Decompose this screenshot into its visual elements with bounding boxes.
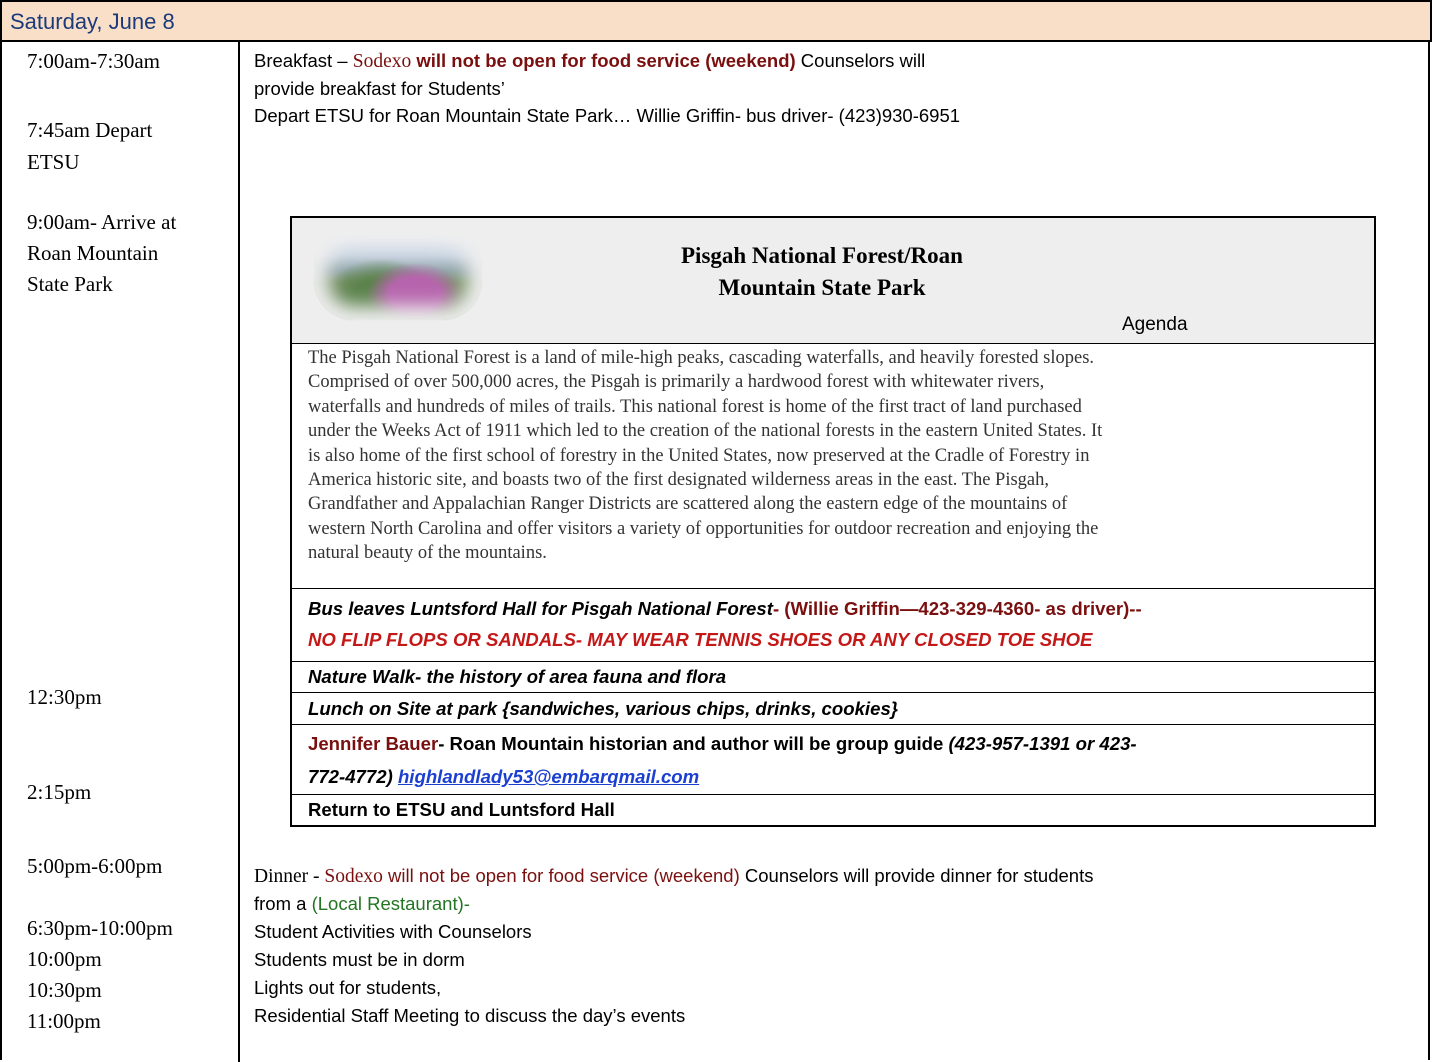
depart-line: Depart ETSU for Roan Mountain State Park… (254, 105, 961, 126)
time-depart-place: ETSU (27, 150, 80, 174)
dinner-line: Dinner - Sodexo will not be open for foo… (254, 865, 1094, 887)
page-title: Saturday, June 8 (10, 9, 175, 34)
nature-walk-row: Nature Walk- the history of area fauna a… (292, 661, 1374, 692)
dorm-line: Students must be in dorm (254, 949, 465, 970)
forest-description: The Pisgah National Forest is a land of … (308, 348, 1103, 564)
time-lunch: 12:30pm (27, 685, 102, 709)
time-arrive-place-1: Roan Mountain (27, 241, 159, 265)
agenda-box-header: Pisgah National Forest/Roan Mountain Sta… (292, 218, 1374, 344)
agenda-box: Pisgah National Forest/Roan Mountain Sta… (290, 216, 1376, 827)
dinner-line-2: from a (Local Restaurant)- (254, 893, 470, 914)
guide-email-link[interactable]: highlandlady53@embarqmail.com (398, 766, 699, 787)
day-header: Saturday, June 8 (0, 0, 1432, 42)
time-depart: 7:45am Depart (27, 118, 153, 142)
time-dinner: 5:00pm-6:00pm (27, 854, 163, 878)
time-arrive-place-2: State Park (27, 272, 113, 296)
lunch-row: Lunch on Site at park {sandwiches, vario… (292, 692, 1374, 724)
lights-line: Lights out for students, (254, 977, 442, 998)
guide-name: Jennifer Bauer (308, 733, 439, 754)
agenda-label: Agenda (1122, 314, 1188, 335)
time-lights: 10:30pm (27, 978, 102, 1002)
time-arrive: 9:00am- Arrive at (27, 210, 177, 234)
activities-line: Student Activities with Counselors (254, 921, 532, 942)
meeting-line: Residential Staff Meeting to discuss the… (254, 1005, 686, 1026)
time-breakfast: 7:00am-7:30am (27, 49, 160, 73)
column-divider (238, 42, 240, 1062)
mountain-photo (314, 228, 482, 320)
time-activities: 6:30pm-10:00pm (27, 916, 173, 940)
return-row: Return to ETSU and Luntsford Hall (292, 794, 1374, 825)
shoe-warning: NO FLIP FLOPS OR SANDALS- MAY WEAR TENNI… (308, 629, 1093, 650)
agenda-title: Pisgah National Forest/Roan Mountain Sta… (681, 243, 963, 300)
time-dorm: 10:00pm (27, 947, 102, 971)
bus-row: Bus leaves Luntsford Hall for Pisgah Nat… (292, 588, 1374, 661)
time-return: 2:15pm (27, 780, 92, 804)
guide-row: Jennifer Bauer- Roan Mountain historian … (292, 724, 1374, 794)
breakfast-line: Breakfast – Sodexo will not be open for … (254, 50, 926, 72)
time-meeting: 11:00pm (27, 1009, 101, 1033)
breakfast-line-2: provide breakfast for Students’ (254, 78, 505, 99)
